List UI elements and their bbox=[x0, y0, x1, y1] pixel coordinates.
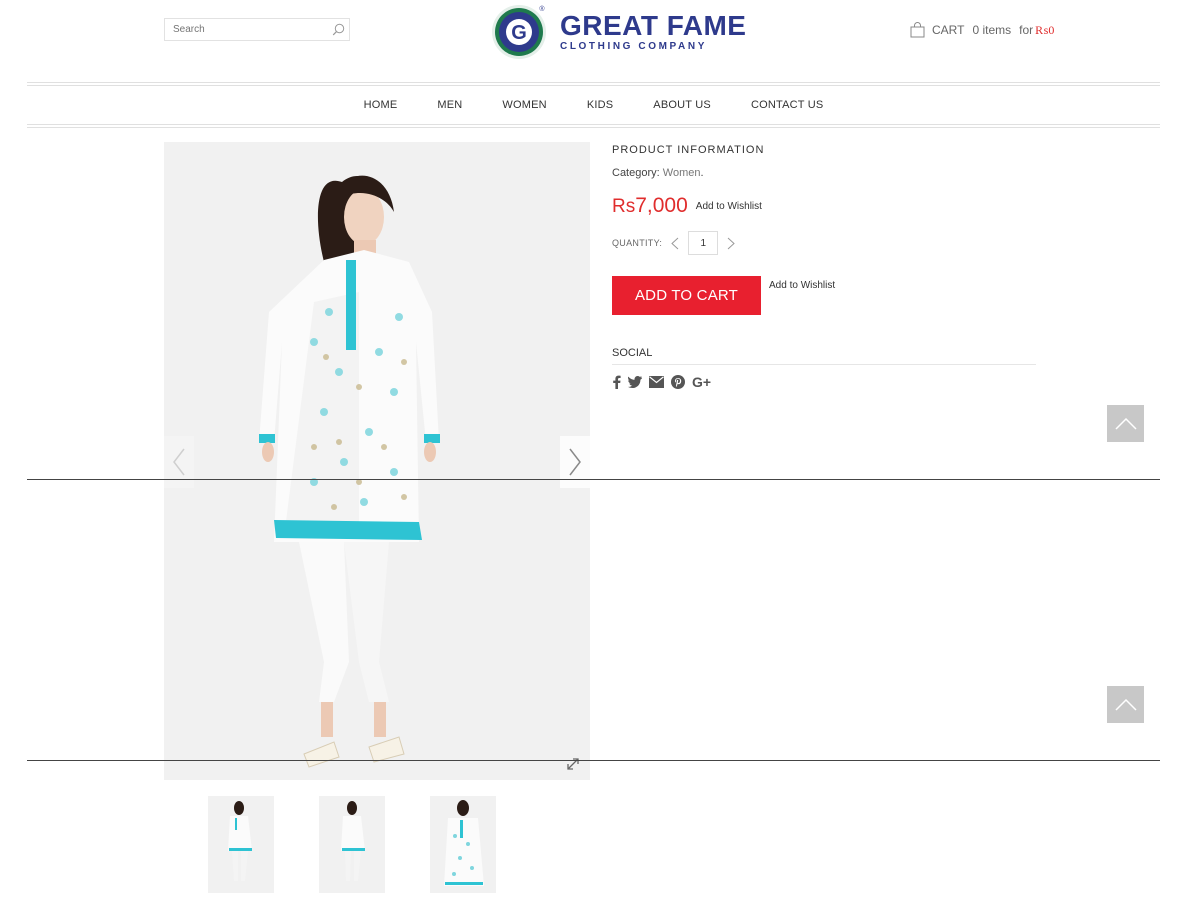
twitter-icon[interactable] bbox=[628, 376, 642, 388]
nav-item-about-us[interactable]: ABOUT US bbox=[653, 99, 711, 111]
category-label: Category: bbox=[612, 167, 660, 179]
product-price: Rs7,000 bbox=[612, 194, 688, 218]
thumbnail-photo bbox=[228, 801, 252, 881]
price-value: 7,000 bbox=[635, 194, 688, 217]
product-thumbnail-1[interactable] bbox=[208, 796, 274, 893]
chevron-right-icon bbox=[727, 237, 735, 249]
quantity-label: QUANTITY: bbox=[612, 238, 663, 248]
price-row: Rs7,000 Add to Wishlist bbox=[612, 194, 762, 218]
nav-top-divider bbox=[27, 82, 1160, 83]
search-input[interactable] bbox=[165, 19, 325, 40]
category-link-women[interactable]: Women bbox=[663, 167, 701, 179]
quantity-increase-button[interactable] bbox=[724, 235, 738, 251]
add-to-wishlist-link-top[interactable]: Add to Wishlist bbox=[696, 201, 762, 212]
product-thumbnail-2[interactable] bbox=[319, 796, 385, 893]
nav-item-kids[interactable]: KIDS bbox=[587, 99, 613, 111]
nav-bottom-divider bbox=[27, 124, 1160, 125]
thumbnail-photo bbox=[444, 800, 484, 886]
chevron-left-icon bbox=[173, 448, 185, 476]
nav-item-contact-us[interactable]: CONTACT US bbox=[751, 99, 824, 111]
image-prev-button[interactable] bbox=[164, 436, 194, 488]
logo-emblem-icon: G ® bbox=[492, 5, 546, 59]
google-plus-icon[interactable]: G+ bbox=[692, 375, 712, 389]
social-title: SOCIAL bbox=[612, 347, 653, 359]
add-to-cart-button[interactable]: ADD TO CART bbox=[612, 276, 761, 315]
product-main-image[interactable] bbox=[164, 142, 590, 780]
cart-label: CART bbox=[932, 23, 965, 37]
search-box[interactable] bbox=[164, 18, 350, 41]
quantity-input[interactable] bbox=[688, 231, 719, 255]
thumbnail-photo bbox=[341, 801, 365, 881]
shopping-bag-icon bbox=[910, 22, 925, 38]
logo-emblem-letter: G bbox=[511, 22, 527, 44]
facebook-icon[interactable] bbox=[612, 375, 621, 389]
cart-items-count: 0 items bbox=[972, 23, 1012, 37]
chevron-left-icon bbox=[671, 237, 679, 249]
product-photo bbox=[259, 175, 440, 768]
scroll-to-top-button-lower[interactable] bbox=[1107, 686, 1144, 723]
scroll-to-top-button[interactable] bbox=[1107, 405, 1144, 442]
image-next-button[interactable] bbox=[560, 436, 590, 488]
main-nav: HOME MEN WOMEN KIDS ABOUT US CONTACT US bbox=[27, 86, 1160, 124]
cart-total: ₨0 bbox=[1035, 22, 1055, 37]
social-divider bbox=[612, 364, 1036, 365]
nav-item-men[interactable]: MEN bbox=[437, 99, 462, 111]
cart-summary[interactable]: CART 0 items for ₨0 bbox=[910, 20, 1054, 40]
nav-item-women[interactable]: WOMEN bbox=[502, 99, 546, 111]
brand-name: GREAT FAME bbox=[560, 10, 747, 41]
chevron-right-icon bbox=[569, 448, 581, 476]
product-category: Category: Women. bbox=[612, 167, 704, 179]
price-currency: Rs bbox=[612, 196, 636, 217]
product-info-title: PRODUCT INFORMATION bbox=[612, 144, 765, 156]
registered-mark: ® bbox=[539, 5, 545, 13]
brand-tagline: CLOTHING COMPANY bbox=[560, 41, 707, 52]
social-share-icons: G+ bbox=[612, 375, 719, 389]
svg-text:G+: G+ bbox=[692, 375, 711, 389]
nav-item-home[interactable]: HOME bbox=[364, 99, 398, 111]
product-thumbnail-3[interactable] bbox=[430, 796, 496, 893]
cart-for-label: for bbox=[1019, 23, 1034, 37]
chevron-up-icon bbox=[1114, 417, 1137, 430]
add-to-wishlist-link-bottom[interactable]: Add to Wishlist bbox=[769, 280, 835, 291]
quantity-stepper: QUANTITY: bbox=[612, 231, 738, 255]
site-logo[interactable]: G ® GREAT FAME CLOTHING COMPANY bbox=[490, 2, 746, 60]
quantity-decrease-button[interactable] bbox=[668, 235, 682, 251]
email-icon[interactable] bbox=[649, 376, 664, 388]
pinterest-icon[interactable] bbox=[671, 375, 685, 389]
nav-bottom-divider-inner bbox=[27, 127, 1160, 128]
horizontal-rule-lower bbox=[27, 760, 1160, 761]
horizontal-rule bbox=[27, 479, 1160, 480]
search-icon[interactable] bbox=[332, 23, 345, 36]
chevron-up-icon bbox=[1114, 698, 1137, 711]
category-suffix: . bbox=[700, 167, 704, 179]
